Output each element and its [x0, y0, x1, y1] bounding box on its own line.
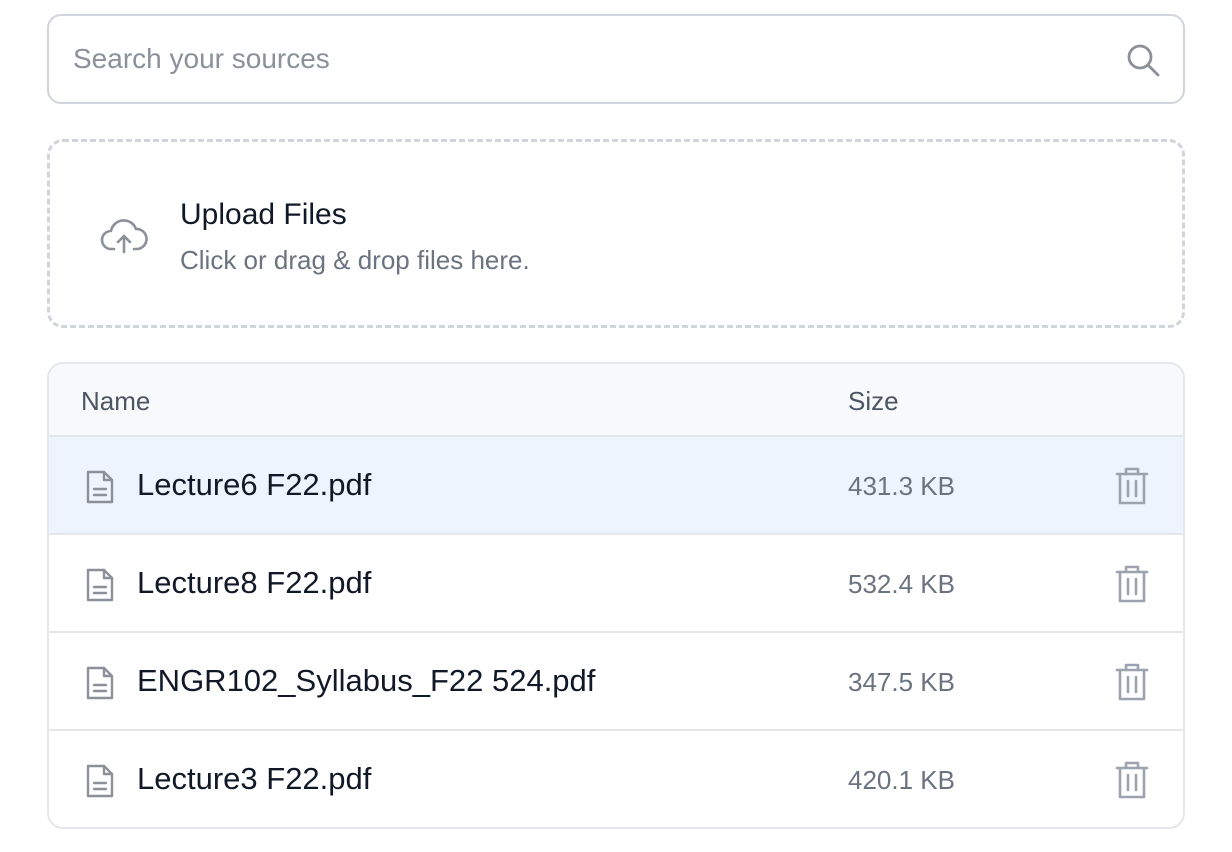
cloud-upload-icon — [100, 219, 148, 254]
file-name: Lecture8 F22.pdf — [137, 565, 372, 600]
table-row[interactable]: ENGR102_Syllabus_F22 524.pdf 347.5 KB — [49, 633, 1183, 731]
search-input[interactable] — [73, 16, 1113, 102]
file-name: Lecture6 F22.pdf — [137, 467, 372, 502]
file-size: 431.3 KB — [848, 471, 955, 501]
table-row[interactable]: Lecture8 F22.pdf 532.4 KB — [49, 535, 1183, 633]
trash-icon[interactable] — [1115, 663, 1149, 701]
trash-icon[interactable] — [1115, 565, 1149, 603]
table-row[interactable]: Lecture6 F22.pdf 431.3 KB — [49, 437, 1183, 535]
file-text-icon — [86, 666, 114, 700]
search-icon[interactable] — [1125, 42, 1161, 78]
search-bar — [47, 14, 1185, 104]
upload-dropzone[interactable]: Upload Files Click or drag & drop files … — [47, 139, 1185, 328]
file-text-icon — [86, 764, 114, 798]
file-name: Lecture3 F22.pdf — [137, 761, 372, 796]
file-size: 347.5 KB — [848, 667, 955, 697]
trash-icon[interactable] — [1115, 467, 1149, 505]
file-text-icon — [86, 568, 114, 602]
upload-subtitle: Click or drag & drop files here. — [180, 245, 530, 275]
file-name: ENGR102_Syllabus_F22 524.pdf — [137, 663, 596, 698]
file-size: 420.1 KB — [848, 765, 955, 795]
file-size: 532.4 KB — [848, 569, 955, 599]
table-row[interactable]: Lecture3 F22.pdf 420.1 KB — [49, 731, 1183, 827]
sources-table: Name Size Lecture6 F22.pdf 431.3 KB Lect… — [47, 362, 1185, 829]
file-text-icon — [86, 470, 114, 504]
trash-icon[interactable] — [1115, 761, 1149, 799]
upload-title: Upload Files — [180, 198, 347, 231]
column-header-size: Size — [848, 386, 899, 416]
column-header-name: Name — [81, 386, 151, 416]
table-header: Name Size — [49, 364, 1183, 437]
